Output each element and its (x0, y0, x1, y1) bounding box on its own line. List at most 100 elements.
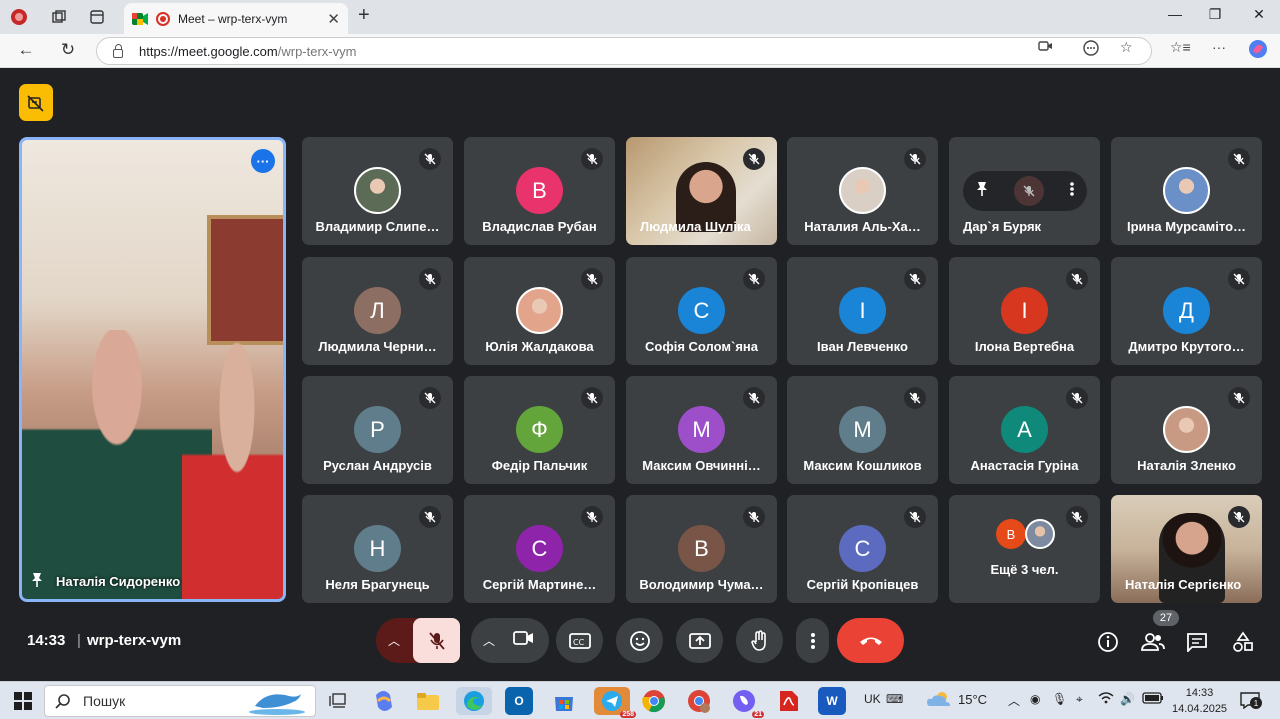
participant-tile[interactable]: Л Людмила Черни… (302, 257, 453, 365)
chrome-profile-icon[interactable] (685, 687, 713, 715)
taskbar-clock[interactable]: 14:33 14.04.2025 (1172, 685, 1227, 717)
captions-off-badge[interactable] (19, 84, 53, 121)
participant-tile[interactable]: Людмила Шуліка (626, 137, 777, 245)
participant-name: Ірина Мурсаміто… (1126, 219, 1247, 234)
participant-tile[interactable]: Д Дмитро Крутого… (1111, 257, 1262, 365)
tray-chevron-icon[interactable]: ︿ (1008, 692, 1020, 709)
participant-tile[interactable]: М Максим Овчинні… (626, 376, 777, 484)
mic-muted-icon (419, 268, 441, 290)
reload-icon[interactable]: ↻ (56, 40, 80, 60)
participant-tile[interactable]: Н Неля Брагунець (302, 495, 453, 603)
keyboard-icon[interactable]: ⌨ (886, 692, 903, 706)
activities-button[interactable] (1229, 628, 1257, 656)
mic-muted-icon (1228, 387, 1250, 409)
taskbar-search[interactable]: Пошук (44, 685, 316, 717)
copilot-taskbar-icon[interactable] (370, 687, 398, 715)
acrobat-icon[interactable] (775, 687, 803, 715)
participant-tile[interactable]: Наталія Зленко (1111, 376, 1262, 484)
active-tab[interactable]: Meet – wrp-terx-vym ✕ (124, 3, 348, 34)
camera-indicator-icon[interactable] (1038, 39, 1054, 56)
minimize-icon[interactable]: — (1160, 6, 1190, 22)
raise-hand-button[interactable] (736, 618, 783, 663)
location-tray-icon[interactable]: ⌖ (1076, 692, 1083, 707)
workspaces-icon[interactable] (48, 6, 70, 28)
participant-tile[interactable]: Ірина Мурсаміто… (1111, 137, 1262, 245)
task-view-icon[interactable] (324, 687, 352, 715)
avatar: І (1001, 287, 1048, 334)
participant-tile[interactable]: І Іван Левченко (787, 257, 938, 365)
start-button[interactable] (14, 692, 32, 715)
participant-tile[interactable]: Ф Федір Пальчик (464, 376, 615, 484)
file-explorer-icon[interactable] (414, 687, 442, 715)
leave-call-button[interactable] (837, 618, 904, 663)
participant-tile[interactable]: С Сергій Мартине… (464, 495, 615, 603)
battery-icon[interactable] (1142, 692, 1164, 707)
mic-options-chevron-icon[interactable]: ︿ (388, 632, 400, 649)
mic-off-icon (428, 631, 445, 650)
copilot-icon[interactable] (1248, 39, 1268, 62)
telegram-icon[interactable]: 258 (594, 687, 636, 718)
more-menu-icon[interactable]: ··· (1212, 39, 1226, 55)
chrome-icon[interactable] (640, 687, 668, 715)
tile-more-icon[interactable] (1069, 181, 1075, 202)
mute-participant-icon[interactable] (1013, 176, 1044, 206)
weather-temp[interactable]: 15°C (958, 692, 987, 707)
word-icon[interactable]: W (818, 687, 846, 715)
pinned-video-tile[interactable]: ··· Наталія Сидоренко (19, 137, 286, 602)
notification-count: 1 (1250, 697, 1262, 709)
notifications-icon[interactable]: 1 (1240, 691, 1262, 714)
weather-cloud-icon[interactable] (926, 690, 952, 711)
participant-tile[interactable]: Юлія Жалдакова (464, 257, 615, 365)
mic-toggle-button[interactable] (413, 618, 460, 663)
participant-tile[interactable]: М Максим Кошликов (787, 376, 938, 484)
outlook-icon[interactable]: O (505, 687, 533, 715)
edge-taskbar-icon[interactable] (456, 687, 492, 715)
reading-icon[interactable] (1082, 39, 1100, 60)
camera-options-chevron-icon[interactable]: ︿ (483, 632, 495, 649)
participant-tile[interactable]: А Анастасія Гуріна (949, 376, 1100, 484)
participant-tile[interactable]: Дар`я Буряк (949, 137, 1100, 245)
favorites-list-icon[interactable]: ☆≡ (1170, 39, 1191, 56)
people-button[interactable] (1139, 628, 1167, 656)
participant-tile[interactable]: В Владислав Рубан (464, 137, 615, 245)
meeting-info-button[interactable] (1094, 628, 1122, 656)
pin-tile-icon[interactable] (975, 181, 989, 202)
avatar-photo (839, 167, 886, 214)
participant-tile[interactable]: Наталія Сергієнко (1111, 495, 1262, 603)
store-icon[interactable] (550, 687, 578, 715)
language-indicator[interactable]: UK (864, 692, 881, 706)
back-icon[interactable]: ← (14, 40, 38, 60)
participant-tile[interactable]: С Сергій Кропівцев (787, 495, 938, 603)
participant-tile[interactable]: Наталия Аль-Ха… (787, 137, 938, 245)
tab-close-icon[interactable]: ✕ (327, 10, 340, 28)
participant-tile[interactable]: В Володимир Чума… (626, 495, 777, 603)
reactions-button[interactable] (616, 618, 663, 663)
captions-button[interactable]: CC (556, 618, 603, 663)
mic-muted-icon (904, 387, 926, 409)
participant-tile[interactable]: В Ещё 3 чел. (949, 495, 1100, 603)
more-options-button[interactable] (796, 618, 829, 663)
mic-tray-icon[interactable]: 🎙 (1052, 692, 1067, 706)
more-vert-icon (810, 632, 815, 649)
chat-button[interactable] (1183, 628, 1211, 656)
present-button[interactable] (676, 618, 723, 663)
wifi-icon[interactable] (1098, 692, 1114, 707)
participant-tile[interactable]: І Ілона Вертебна (949, 257, 1100, 365)
avatar-letter: А (1017, 416, 1032, 442)
volume-icon[interactable]: 🔊 (1120, 692, 1135, 706)
maximize-icon[interactable]: ❐ (1200, 6, 1230, 23)
favorite-star-icon[interactable]: ☆ (1120, 39, 1133, 56)
participant-tile[interactable]: Р Руслан Андрусів (302, 376, 453, 484)
url-field[interactable]: https://meet.google.com/wrp-terx-vym (96, 37, 1152, 65)
viber-icon[interactable]: 21 (730, 687, 764, 718)
meet-tray-icon[interactable]: ◉ (1030, 692, 1040, 706)
more-options-icon[interactable]: ··· (251, 149, 275, 173)
tab-actions-icon[interactable] (86, 6, 108, 28)
avatar-letter: В (532, 177, 547, 203)
participant-tile[interactable]: Владимир Слипе… (302, 137, 453, 245)
new-tab-icon[interactable]: + (358, 4, 370, 27)
participant-tile[interactable]: С Софія Солом`яна (626, 257, 777, 365)
profile-avatar-icon[interactable] (8, 6, 30, 28)
camera-button[interactable] (513, 629, 535, 652)
close-window-icon[interactable]: ✕ (1244, 6, 1274, 23)
